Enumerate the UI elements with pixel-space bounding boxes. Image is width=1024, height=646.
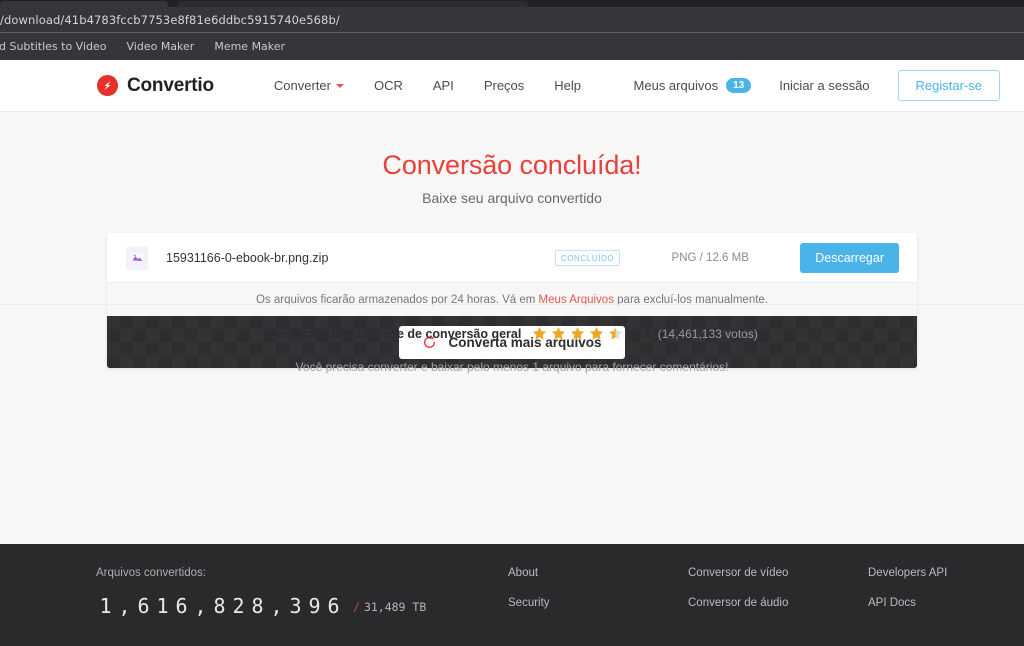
footer-link-columns: About Security Conversor de vídeo Conver…	[496, 567, 1024, 646]
browser-tab[interactable]	[178, 1, 528, 7]
feedback-note: Você precisa converter e baixar pelo men…	[295, 360, 729, 374]
main-navigation: Converter OCR API Preços Help	[274, 78, 581, 93]
brand-logo[interactable]: Convertio	[96, 74, 214, 97]
counter-digit: 9	[308, 594, 321, 618]
file-name: 15931166-0-ebook-br.png.zip	[166, 250, 329, 265]
browser-tab-strip[interactable]	[0, 0, 1024, 7]
nav-item-ocr[interactable]: OCR	[374, 78, 403, 93]
counter-digit: 8	[251, 594, 264, 618]
header-actions: Meus arquivos 13 Iniciar a sessão Regist…	[634, 70, 1000, 101]
footer-column: Conversor de vídeo Conversor de áudio	[688, 567, 868, 646]
nav-item-precos[interactable]: Preços	[484, 78, 524, 93]
my-files-count-badge: 13	[726, 78, 752, 93]
counter-digit: 1	[99, 594, 112, 618]
rating-line: Avaliação de qualidade de conversão gera…	[0, 326, 1024, 341]
browser-address-bar[interactable]: /download/41b4783fccb7753e8f81e6ddbc5915…	[0, 7, 1024, 33]
footer-link-video-converter[interactable]: Conversor de vídeo	[688, 567, 868, 579]
download-button[interactable]: Descarregar	[800, 242, 899, 273]
footer-link-security[interactable]: Security	[508, 597, 688, 609]
stats-label: Arquivos convertidos:	[96, 567, 206, 579]
bytes-total: 31,489 TB	[363, 600, 427, 614]
star-icon-filled[interactable]	[551, 326, 566, 341]
browser-tab[interactable]	[0, 1, 168, 7]
star-icon-filled[interactable]	[589, 326, 604, 341]
star-icon-filled[interactable]	[570, 326, 585, 341]
star-rating[interactable]	[532, 326, 623, 341]
footer-link-developers-api[interactable]: Developers API	[868, 567, 1024, 579]
star-icon-half[interactable]	[608, 326, 623, 341]
star-icon-filled[interactable]	[532, 326, 547, 341]
bookmark-item[interactable]: dd Subtitles to Video	[0, 40, 107, 53]
bytes-slash: /	[353, 600, 360, 614]
converted-files-counter: 1,616,828,396	[96, 594, 343, 618]
counter-digit: 6	[137, 594, 150, 618]
file-row: 15931166-0-ebook-br.png.zip CONCLUÍDO PN…	[107, 233, 917, 282]
bookmark-item[interactable]: Meme Maker	[214, 40, 285, 53]
counter-separator: ,	[194, 594, 207, 618]
stats-row: 1,616,828,396 /31,489 TB	[96, 594, 496, 618]
chevron-down-icon	[335, 83, 344, 88]
sign-in-link[interactable]: Iniciar a sessão	[779, 78, 869, 93]
footer-link-api-docs[interactable]: API Docs	[868, 597, 1024, 609]
bookmark-item[interactable]: Video Maker	[127, 40, 195, 53]
storage-info-strip: Os arquivos ficarão armazenados por 24 h…	[107, 282, 917, 316]
rating-section: Avaliação de qualidade de conversão gera…	[0, 326, 1024, 375]
rating-label: Avaliação de qualidade de conversão gera…	[266, 326, 522, 341]
brand-name: Convertio	[127, 74, 214, 96]
counter-digit: 6	[327, 594, 340, 618]
section-divider	[0, 304, 1024, 305]
nav-item-label: OCR	[373, 78, 403, 93]
hero-section: Conversão concluída! Baixe seu arquivo c…	[0, 112, 1024, 206]
footer-column: About Security	[508, 567, 688, 646]
nav-item-help[interactable]: Help	[554, 78, 581, 93]
nav-item-label: API	[432, 78, 454, 93]
nav-item-converter[interactable]: Converter	[274, 78, 344, 93]
address-bar-url[interactable]: /download/41b4783fccb7753e8f81e6ddbc5915…	[0, 13, 340, 27]
counter-digit: 6	[175, 594, 188, 618]
footer-stats: Arquivos convertidos: 1,616,828,396 /31,…	[96, 567, 496, 646]
file-meta: PNG / 12.6 MB	[671, 251, 749, 264]
counter-digit: 8	[213, 594, 226, 618]
my-files-link[interactable]: Meus arquivos 13	[634, 78, 752, 93]
converted-bytes: /31,489 TB	[353, 600, 426, 618]
counter-digit: 1	[156, 594, 169, 618]
counter-separator: ,	[270, 594, 283, 618]
sign-up-button[interactable]: Registar-se	[897, 70, 1000, 101]
site-footer: Arquivos convertidos: 1,616,828,396 /31,…	[0, 544, 1024, 646]
counter-digit: 2	[232, 594, 245, 618]
footer-column: Developers API API Docs	[868, 567, 1024, 646]
page-title: Conversão concluída!	[382, 150, 642, 180]
footer-link-audio-converter[interactable]: Conversor de áudio	[688, 597, 868, 609]
counter-separator: ,	[118, 594, 131, 618]
footer-link-about[interactable]: About	[508, 567, 688, 579]
my-files-label: Meus arquivos	[633, 78, 719, 93]
rating-score: 4.6	[634, 326, 652, 341]
counter-digit: 3	[289, 594, 302, 618]
nav-item-label: Help	[554, 78, 582, 93]
nav-item-label: Converter	[273, 78, 331, 93]
status-badge: CONCLUÍDO	[554, 249, 621, 266]
image-file-icon	[126, 245, 148, 270]
rating-votes: (14,461,133 votos)	[657, 326, 758, 341]
nav-item-api[interactable]: API	[433, 78, 454, 93]
site-header: Convertio Converter OCR API Preços Help …	[0, 60, 1024, 112]
browser-bookmarks-bar: dd Subtitles to Video Video Maker Meme M…	[0, 33, 1024, 60]
page-subtitle: Baixe seu arquivo convertido	[422, 190, 602, 206]
convertio-logo-icon	[96, 74, 119, 97]
nav-item-label: Preços	[483, 78, 525, 93]
main-content: Conversão concluída! Baixe seu arquivo c…	[0, 112, 1024, 544]
